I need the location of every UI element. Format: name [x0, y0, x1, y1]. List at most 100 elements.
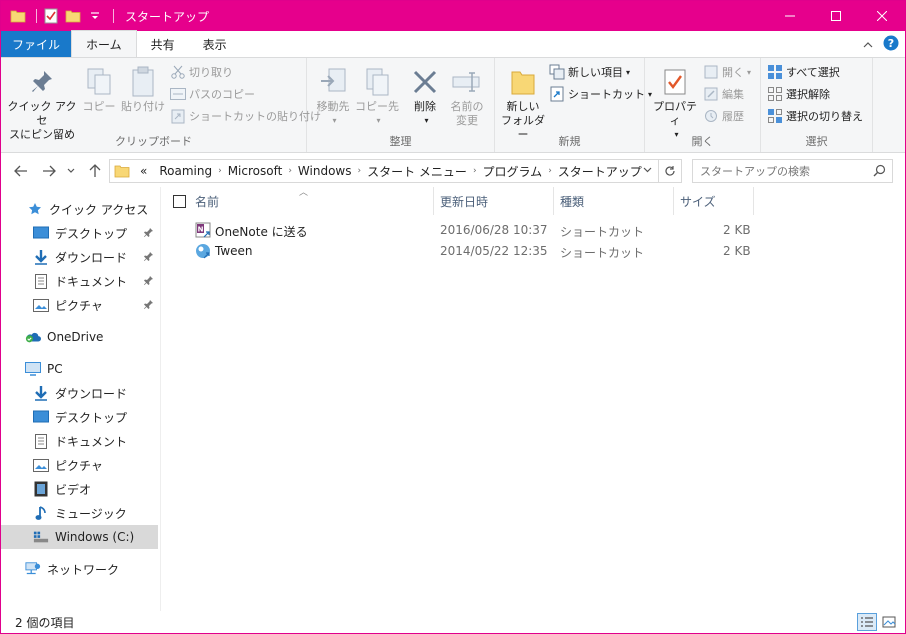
column-header-size[interactable]: サイズ: [674, 187, 754, 215]
new-folder-button[interactable]: 新しい フォルダー: [497, 64, 549, 142]
edit-button[interactable]: 編集: [703, 84, 744, 104]
breadcrumb-microsoft[interactable]: Microsoft: [228, 164, 283, 178]
select-all-icon: [767, 64, 783, 80]
sidebar-item-downloads[interactable]: ダウンロード: [1, 381, 158, 405]
refresh-button[interactable]: [658, 159, 682, 183]
breadcrumb-separator-icon[interactable]: ›: [358, 166, 362, 176]
copy-button[interactable]: コピー: [81, 64, 117, 114]
breadcrumb-windows[interactable]: Windows: [298, 164, 352, 178]
new-item-button[interactable]: 新しい項目 ▾: [549, 62, 630, 82]
table-row[interactable]: Tween 2014/05/22 12:35 ショートカット 2 KB: [161, 241, 761, 262]
file-modified: 2014/05/22 12:35: [440, 244, 548, 258]
forward-button[interactable]: [39, 161, 59, 181]
open-button[interactable]: 開く ▾: [703, 62, 751, 82]
sidebar-item-documents[interactable]: ドキュメント: [1, 429, 158, 453]
rename-button[interactable]: 名前の 変更: [445, 64, 489, 128]
address-bar[interactable]: « Roaming › Microsoft › Windows › スタート メ…: [109, 159, 659, 183]
sidebar-item-label: クイック アクセス: [49, 202, 149, 217]
pin-quick-access-button[interactable]: クイック アクセ スにピン留め: [7, 64, 77, 142]
sidebar-item-documents-pinned[interactable]: ドキュメント: [1, 269, 158, 293]
delete-icon: [407, 64, 443, 100]
breadcrumb-separator-icon[interactable]: ›: [473, 166, 477, 176]
maximize-button[interactable]: [813, 1, 859, 31]
pin-icon[interactable]: [144, 250, 154, 264]
table-row[interactable]: N OneNote に送る 2016/06/28 10:37 ショートカット 2…: [161, 220, 761, 241]
pin-icon: [24, 64, 60, 100]
details-view-button[interactable]: [857, 613, 877, 631]
up-button[interactable]: [85, 161, 105, 181]
paste-icon: [125, 64, 161, 100]
shortcut-button[interactable]: ショートカット ▾: [549, 84, 652, 104]
sidebar-item-pictures[interactable]: ピクチャ: [1, 453, 158, 477]
copy-path-button[interactable]: パスのコピー: [170, 84, 255, 104]
column-header-type[interactable]: 種類: [554, 187, 674, 215]
ribbon-right-controls: ?: [863, 35, 899, 54]
breadcrumb-overflow[interactable]: «: [140, 164, 147, 178]
tab-home[interactable]: ホーム: [71, 30, 137, 57]
breadcrumb-separator-icon[interactable]: ›: [218, 166, 222, 176]
file-type: ショートカット: [560, 246, 645, 260]
close-button[interactable]: [859, 1, 905, 31]
new-folder-icon: [505, 64, 541, 100]
pin-icon[interactable]: [144, 274, 154, 288]
paste-button[interactable]: 貼り付け: [119, 64, 167, 114]
sidebar-item-windows-drive[interactable]: Windows (C:): [1, 525, 158, 549]
search-input[interactable]: [700, 164, 870, 178]
properties-qat-icon[interactable]: [42, 7, 60, 25]
download-icon: [33, 385, 49, 401]
sidebar-item-pc[interactable]: PC: [1, 357, 158, 381]
sidebar-item-desktop[interactable]: デスクトップ: [1, 405, 158, 429]
select-none-button[interactable]: 選択解除: [767, 84, 830, 104]
tab-file[interactable]: ファイル: [1, 31, 72, 57]
large-icons-view-button[interactable]: [879, 613, 899, 631]
pictures-icon: [33, 457, 49, 473]
pin-icon[interactable]: [144, 298, 154, 312]
computer-icon: [25, 361, 41, 377]
select-all-checkbox[interactable]: [173, 195, 186, 208]
tab-share[interactable]: 共有: [137, 31, 189, 57]
minimize-button[interactable]: [767, 1, 813, 31]
new-folder-qat-icon[interactable]: [64, 7, 82, 25]
title-bar: スタートアップ: [1, 1, 905, 31]
help-icon[interactable]: ?: [883, 35, 899, 54]
delete-button[interactable]: 削除 ▾: [405, 64, 445, 128]
invert-selection-icon: [767, 108, 783, 124]
breadcrumb-programs[interactable]: プログラム: [483, 163, 543, 180]
breadcrumb-separator-icon[interactable]: ›: [288, 166, 292, 176]
sidebar-item-quick-access[interactable]: クイック アクセス: [1, 197, 158, 221]
history-button[interactable]: 履歴: [703, 106, 744, 126]
copy-to-button[interactable]: コピー先 ▾: [355, 64, 399, 128]
pin-icon[interactable]: [144, 226, 154, 240]
cut-button[interactable]: 切り取り: [170, 62, 233, 82]
delete-label: 削除: [414, 100, 436, 113]
ribbon-expand-icon[interactable]: [863, 38, 873, 52]
file-size: 2 KB: [723, 244, 751, 258]
search-box[interactable]: [692, 159, 893, 183]
breadcrumb-startup[interactable]: スタートアップ: [558, 163, 642, 180]
recent-locations-button[interactable]: [61, 161, 81, 181]
column-header-modified[interactable]: 更新日時: [434, 187, 554, 215]
new-item-dropdown-icon: ▾: [626, 67, 631, 77]
back-button[interactable]: [11, 161, 31, 181]
search-icon[interactable]: [873, 164, 886, 180]
desktop-icon: [33, 225, 49, 241]
sidebar-item-music[interactable]: ミュージック: [1, 501, 158, 525]
breadcrumb-separator-icon[interactable]: ›: [548, 166, 552, 176]
paste-shortcut-button[interactable]: ショートカットの貼り付け: [170, 106, 321, 126]
address-dropdown-icon[interactable]: [643, 167, 652, 173]
column-header-name[interactable]: 名前: [189, 187, 434, 215]
qat-customize-icon[interactable]: [86, 7, 104, 25]
sidebar-item-downloads-pinned[interactable]: ダウンロード: [1, 245, 158, 269]
sidebar-item-desktop-pinned[interactable]: デスクトップ: [1, 221, 158, 245]
invert-selection-button[interactable]: 選択の切り替え: [767, 106, 863, 126]
sidebar-item-videos[interactable]: ビデオ: [1, 477, 158, 501]
move-to-button[interactable]: 移動先 ▾: [311, 64, 355, 128]
tab-view[interactable]: 表示: [189, 31, 241, 57]
breadcrumb-roaming[interactable]: Roaming: [159, 164, 212, 178]
breadcrumb-start-menu[interactable]: スタート メニュー: [367, 163, 467, 180]
sidebar-item-pictures-pinned[interactable]: ピクチャ: [1, 293, 158, 317]
select-all-button[interactable]: すべて選択: [767, 62, 840, 82]
sidebar-item-onedrive[interactable]: OneDrive: [1, 325, 158, 349]
properties-button[interactable]: プロパティ ▾: [649, 64, 701, 142]
sidebar-item-network[interactable]: ネットワーク: [1, 557, 158, 581]
